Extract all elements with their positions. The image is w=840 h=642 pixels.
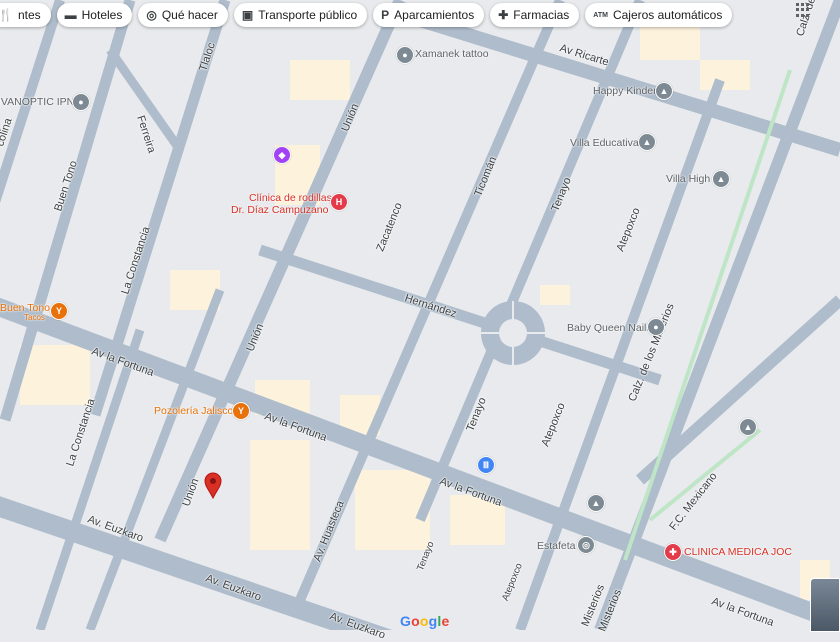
poi-clinica-joc[interactable]: CLINICA MEDICA JOC (684, 546, 792, 558)
hospital-icon[interactable]: H (330, 193, 348, 211)
chip-label: Hoteles (81, 8, 123, 22)
apps-grid-icon[interactable] (796, 3, 810, 17)
chip-label: Qué hacer (161, 8, 218, 22)
school-icon-3[interactable]: ▲ (712, 170, 730, 188)
category-chips: 🍴 ntes ▬ Hoteles ◎ Qué hacer ▣ Transporte pú… (0, 3, 733, 27)
poi-pozoleria[interactable]: Pozolería Jalisco (154, 405, 233, 417)
school-icon-5[interactable]: ▲ (587, 494, 605, 512)
bed-icon: ▬ (64, 8, 77, 22)
chip-label: Aparcamientos (394, 8, 475, 22)
chip-transit[interactable]: ▣ Transporte público (233, 3, 368, 27)
optic-place-icon[interactable]: ● (72, 93, 90, 111)
camera-icon: ◎ (146, 8, 157, 22)
school-icon-4[interactable]: ▲ (739, 418, 757, 436)
school-icon[interactable]: ▲ (655, 82, 673, 100)
chip-hotels[interactable]: ▬ Hoteles (56, 3, 133, 27)
chip-label: Transporte público (258, 8, 358, 22)
chip-parking[interactable]: P Aparcamientos (373, 3, 485, 27)
chip-pharmacies[interactable]: ✚ Farmacias (490, 3, 580, 27)
chip-things-to-do[interactable]: ◎ Qué hacer (138, 3, 228, 27)
poi-buen-tono-sub: Tacos (24, 313, 45, 322)
chip-restaurants[interactable]: 🍴 ntes (0, 3, 51, 27)
poi-villa-educativa[interactable]: Villa Educativa (570, 137, 639, 149)
poi-happy-kinder[interactable]: Happy Kinder (593, 85, 657, 97)
chip-label: Cajeros automáticos (612, 8, 723, 22)
chip-label: Farmacias (513, 8, 570, 22)
poi-clinica-rodillas[interactable]: Clínica de rodillas (249, 192, 332, 204)
poi-xamanek[interactable]: Xamanek tattoo (415, 48, 489, 60)
atm-icon: ATM (593, 11, 608, 19)
fork-knife-icon: 🍴 (0, 8, 13, 22)
parking-icon: P (381, 8, 390, 22)
poi-clinica-rodillas-doctor[interactable]: Dr. Díaz Campuzano (231, 204, 328, 216)
poi-baby-queen[interactable]: Baby Queen Nails (567, 322, 652, 334)
restaurant-icon-2[interactable]: Y (232, 402, 250, 420)
poi-estafeta[interactable]: Estafeta (537, 540, 576, 552)
gym-icon[interactable]: Ⅲ (477, 456, 495, 474)
bus-icon: ▣ (241, 8, 254, 22)
shopping-icon[interactable]: ◆ (273, 146, 291, 164)
beauty-icon[interactable]: ● (647, 318, 665, 336)
chip-atms[interactable]: ATM Cajeros automáticos (585, 3, 733, 27)
street-view-thumbnail[interactable] (810, 578, 840, 632)
poi-ivanoptic[interactable]: IVANOPTIC IPN (0, 96, 74, 108)
hospital-icon-2[interactable]: ✚ (664, 543, 682, 561)
poi-villa-high[interactable]: Villa High (666, 173, 710, 185)
restaurant-icon[interactable]: Y (50, 302, 68, 320)
pharmacy-icon: ✚ (498, 8, 509, 22)
chip-label: ntes (17, 8, 41, 22)
tattoo-place-icon[interactable]: ● (396, 46, 414, 64)
google-logo: Google (400, 613, 450, 629)
school-icon-2[interactable]: ▲ (638, 133, 656, 151)
courier-icon[interactable]: ◎ (577, 536, 595, 554)
